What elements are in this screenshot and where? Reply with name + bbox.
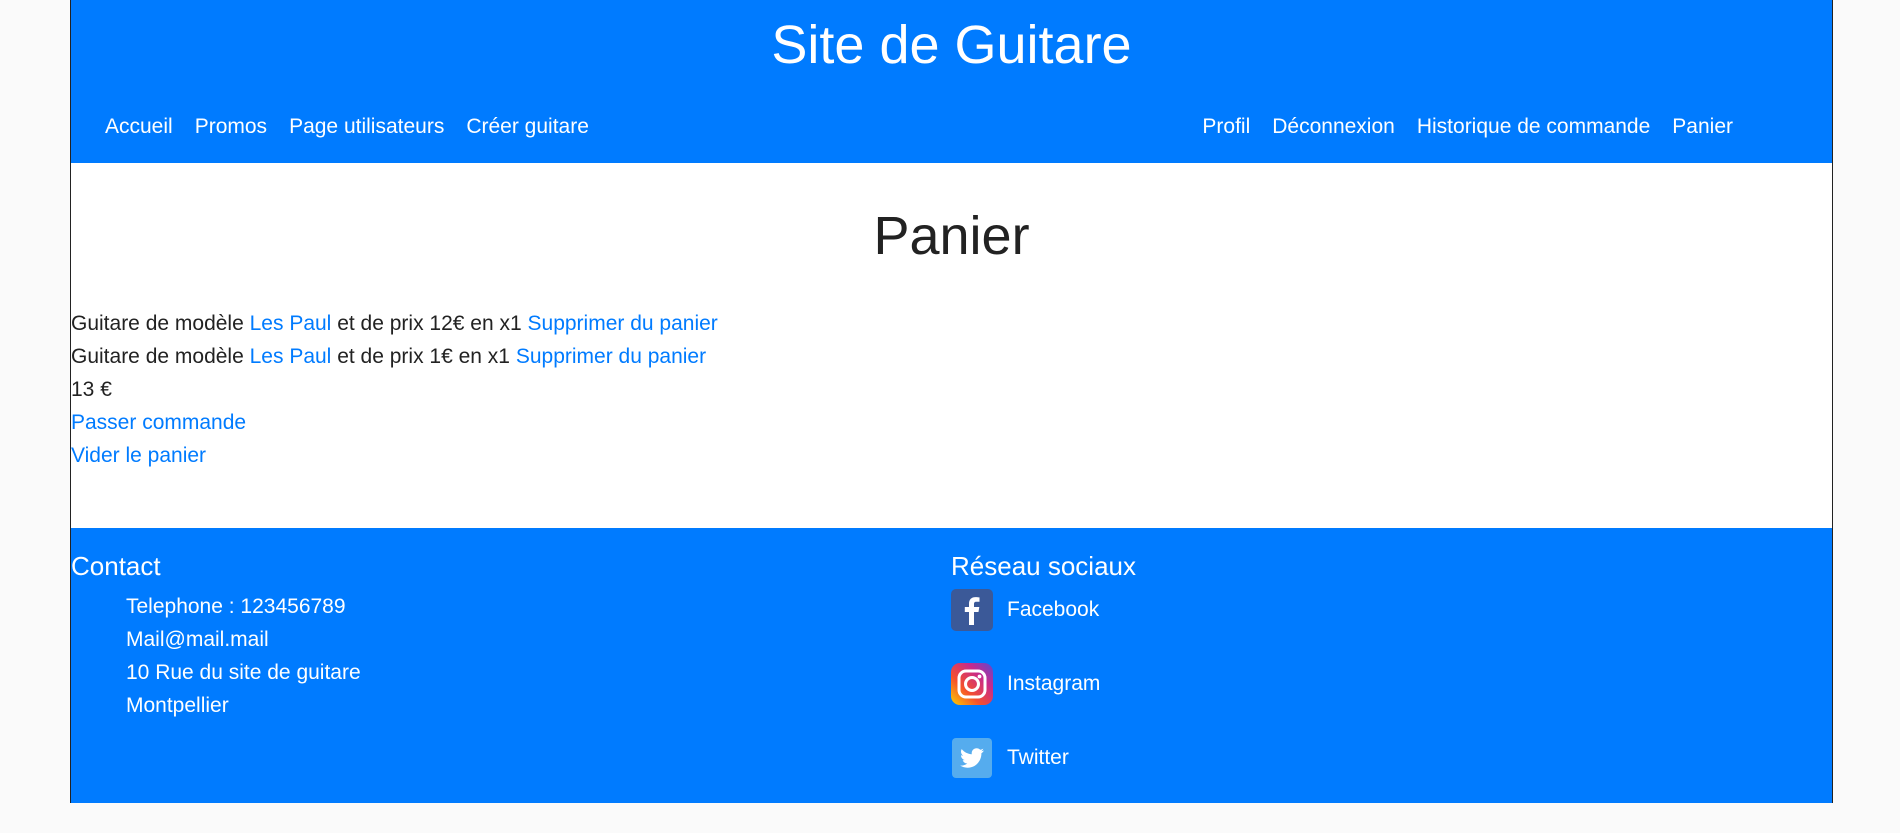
nav-deconnexion[interactable]: Déconnexion [1272,112,1395,142]
nav-accueil[interactable]: Accueil [105,112,173,142]
cart-item-price: et de prix 12€ en x1 [337,312,522,335]
nav-historique-commande[interactable]: Historique de commande [1417,112,1650,142]
nav-profil[interactable]: Profil [1202,112,1250,142]
empty-cart-link[interactable]: Vider le panier [71,444,206,467]
nav-panier[interactable]: Panier [1672,112,1733,142]
social-label-instagram: Instagram [1007,672,1101,695]
site-title: Site de Guitare [771,15,1132,75]
contact-email: Mail@mail.mail [126,628,269,651]
place-order-link[interactable]: Passer commande [71,411,246,434]
nav-page-utilisateurs[interactable]: Page utilisateurs [289,112,444,142]
contact-section: Contact Telephone : 123456789 Mail@mail.… [71,548,361,722]
remove-from-cart-link[interactable]: Supprimer du panier [528,312,718,335]
nav-left: Accueil Promos Page utilisateurs Créer g… [105,112,589,142]
cart-item: Guitare de modèle Les Paul et de prix 12… [71,307,718,340]
social-label-twitter: Twitter [1007,746,1069,769]
nav-promos[interactable]: Promos [195,112,267,142]
social-list: Facebook Instagram Twitter [951,589,1136,779]
nav-right: Profil Déconnexion Historique de command… [1202,112,1733,142]
contact-phone: Telephone : 123456789 [126,595,346,618]
cart-item-price: et de prix 1€ en x1 [337,345,510,368]
cart-total: 13 € [71,378,112,401]
facebook-icon [951,589,993,631]
remove-from-cart-link[interactable]: Supprimer du panier [516,345,706,368]
nav-creer-guitare[interactable]: Créer guitare [466,112,589,142]
footer: Contact Telephone : 123456789 Mail@mail.… [71,528,1832,803]
social-section: Réseau sociaux Facebook Instagram Twitte… [951,548,1136,779]
instagram-icon [951,663,993,705]
twitter-icon [952,738,992,778]
social-heading: Réseau sociaux [951,551,1136,581]
social-label-facebook: Facebook [1007,598,1100,621]
contact-list: Telephone : 123456789 Mail@mail.mail 10 … [71,590,361,722]
cart-item: Guitare de modèle Les Paul et de prix 1€… [71,340,718,373]
page-title: Panier [873,206,1030,266]
social-link-instagram[interactable]: Instagram [951,663,1136,705]
cart-content: Panier Guitare de modèle Les Paul et de … [71,163,1832,528]
cart-item-prefix: Guitare de modèle [71,312,244,335]
cart-list: Guitare de modèle Les Paul et de prix 12… [71,307,718,472]
social-link-facebook[interactable]: Facebook [951,589,1136,631]
top-header: Site de Guitare Accueil Promos Page util… [71,0,1832,163]
page: Site de Guitare Accueil Promos Page util… [70,0,1833,803]
cart-item-prefix: Guitare de modèle [71,345,244,368]
social-link-twitter[interactable]: Twitter [951,737,1136,779]
cart-item-model-link[interactable]: Les Paul [250,345,332,368]
contact-heading: Contact [71,551,161,581]
contact-address: 10 Rue du site de guitare [126,661,361,684]
cart-item-model-link[interactable]: Les Paul [250,312,332,335]
contact-city: Montpellier [126,694,229,717]
